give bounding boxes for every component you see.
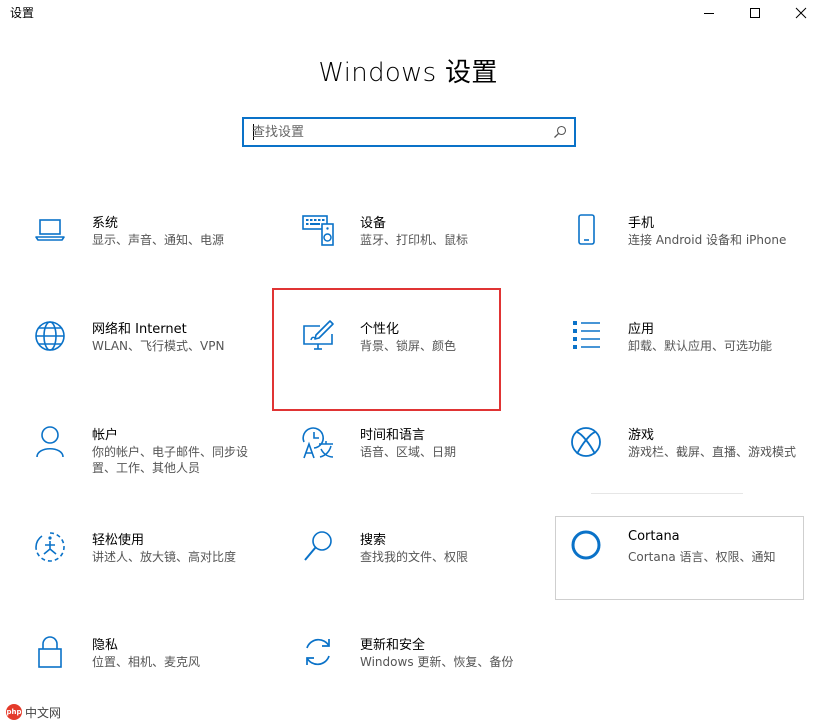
category-title: 个性化 [360, 322, 400, 337]
category-accounts[interactable]: 帐户 你的帐户、电子邮件、同步设置、工作、其他人员 [12, 424, 262, 510]
close-icon [795, 7, 807, 19]
category-desc: 显示、声音、通知、电源 [92, 233, 225, 247]
category-title: 设备 [360, 216, 387, 231]
category-desc: 语音、区域、日期 [360, 445, 457, 459]
xbox-icon [568, 424, 604, 460]
category-gaming[interactable]: 游戏 游戏栏、截屏、直播、游戏模式 [548, 424, 798, 510]
person-icon [32, 424, 68, 460]
watermark: php 中文网 [6, 704, 61, 720]
category-apps[interactable]: 应用 卸载、默认应用、可选功能 [548, 318, 798, 404]
category-desc: 游戏栏、截屏、直播、游戏模式 [628, 445, 797, 459]
time-language-icon [300, 424, 336, 460]
app-list-icon [568, 318, 604, 354]
category-desc: 你的帐户、电子邮件、同步设置、工作、其他人员 [92, 445, 249, 475]
category-phone[interactable]: 手机 连接 Android 设备和 iPhone [548, 212, 798, 298]
category-title: 帐户 [92, 428, 119, 443]
category-desc: 连接 Android 设备和 iPhone [628, 233, 787, 247]
category-desc: 卸载、默认应用、可选功能 [628, 339, 773, 353]
category-title: 手机 [628, 216, 655, 231]
ease-of-access-icon [32, 529, 68, 565]
search-icon[interactable] [553, 125, 567, 139]
cortana-ring-icon [568, 529, 604, 565]
category-desc: Cortana 语言、权限、通知 [628, 550, 776, 564]
keyboard-speaker-icon [300, 212, 336, 248]
category-desc: WLAN、飞行模式、VPN [92, 339, 225, 353]
lock-icon [32, 634, 68, 670]
page-title: Windows 设置 [318, 58, 498, 88]
sync-arrows-icon [300, 634, 336, 670]
app-title: 设置 [10, 6, 35, 20]
category-cortana[interactable]: Cortana Cortana 语言、权限、通知 [548, 529, 798, 615]
category-ease-of-access[interactable]: 轻松使用 讲述人、放大镜、高对比度 [12, 529, 262, 615]
category-desc: 查找我的文件、权限 [360, 550, 469, 564]
category-devices[interactable]: 设备 蓝牙、打印机、鼠标 [280, 212, 530, 298]
search-input[interactable] [252, 123, 542, 141]
category-title: 隐私 [92, 638, 119, 653]
watermark-text: 中文网 [25, 705, 62, 720]
category-desc: 背景、锁屏、颜色 [360, 339, 457, 353]
category-network[interactable]: 网络和 Internet WLAN、飞行模式、VPN [12, 318, 262, 404]
category-title: 更新和安全 [360, 638, 426, 653]
category-title: 搜索 [360, 533, 387, 548]
title-bar: 设置 [0, 0, 816, 32]
category-title: 时间和语言 [360, 428, 426, 443]
php-logo: php [6, 704, 22, 720]
category-time-language[interactable]: 时间和语言 语音、区域、日期 [280, 424, 530, 510]
monitor-pen-icon [300, 318, 336, 354]
category-title: Cortana [628, 529, 680, 544]
magnifier-icon [300, 529, 336, 565]
category-desc: Windows 更新、恢复、备份 [360, 655, 514, 669]
category-title: 系统 [92, 216, 119, 231]
laptop-icon [32, 212, 68, 248]
category-title: 游戏 [628, 428, 655, 443]
minimize-icon [704, 13, 714, 14]
category-title: 应用 [628, 322, 655, 337]
category-system[interactable]: 系统 显示、声音、通知、电源 [12, 212, 262, 298]
category-desc: 讲述人、放大镜、高对比度 [92, 550, 237, 564]
category-title: 轻松使用 [92, 533, 145, 548]
globe-icon [32, 318, 68, 354]
category-desc: 位置、相机、麦克风 [92, 655, 201, 669]
search-box[interactable] [242, 117, 576, 147]
category-personalization[interactable]: 个性化 背景、锁屏、颜色 [280, 318, 530, 404]
maximize-icon [750, 8, 760, 18]
maximize-button[interactable] [732, 0, 778, 26]
minimize-button[interactable] [686, 0, 732, 26]
category-search[interactable]: 搜索 查找我的文件、权限 [280, 529, 530, 615]
category-title: 网络和 Internet [92, 322, 187, 337]
category-desc: 蓝牙、打印机、鼠标 [360, 233, 469, 247]
close-button[interactable] [778, 0, 816, 26]
category-update-security[interactable]: 更新和安全 Windows 更新、恢复、备份 [280, 634, 530, 720]
phone-icon [568, 212, 604, 248]
